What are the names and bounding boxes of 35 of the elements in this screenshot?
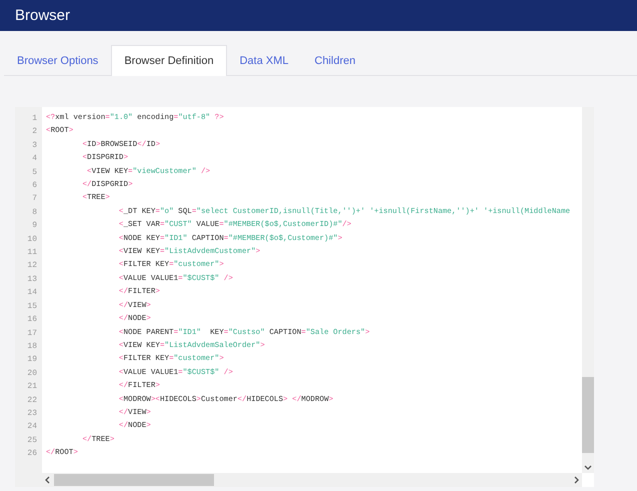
line-number: 19 <box>26 354 38 366</box>
tab[interactable]: Browser Definition <box>111 45 227 76</box>
line-number: 5 <box>31 166 38 179</box>
line-number: 11 <box>26 247 38 260</box>
line-number: 21 <box>26 381 38 394</box>
line-number: 13 <box>26 274 38 286</box>
line-number: 15 <box>26 300 38 313</box>
line-number: 1 <box>31 113 38 125</box>
line-number: 10 <box>26 234 38 246</box>
scrollbar-thumb[interactable] <box>582 377 594 453</box>
line-number: 24 <box>26 421 38 434</box>
line-number: 16 <box>26 314 38 326</box>
line-number: 6 <box>31 180 38 192</box>
line-number: 3 <box>31 140 38 152</box>
line-number: 20 <box>26 368 38 380</box>
line-number: 12 <box>26 260 38 272</box>
line-number: 2 <box>31 126 38 138</box>
line-number: 9 <box>31 220 38 232</box>
line-number: 18 <box>26 340 38 353</box>
tab[interactable]: Data XML <box>226 45 302 76</box>
line-number: 22 <box>26 394 38 407</box>
line-number: 17 <box>26 328 38 340</box>
page-title: Browser <box>15 7 70 24</box>
vertical-scrollbar[interactable] <box>582 107 594 473</box>
scrollbar-thumb[interactable] <box>54 474 214 486</box>
tab[interactable]: Browser Options <box>4 45 112 76</box>
line-number: 25 <box>26 434 38 447</box>
line-number: 23 <box>26 408 38 420</box>
horizontal-scrollbar[interactable] <box>15 473 582 487</box>
line-number: 26 <box>26 448 38 460</box>
tab[interactable]: Children <box>302 45 368 76</box>
line-number: 7 <box>31 193 38 206</box>
line-number: 8 <box>31 206 38 219</box>
line-number: 14 <box>26 287 38 300</box>
line-number: 4 <box>31 153 38 166</box>
